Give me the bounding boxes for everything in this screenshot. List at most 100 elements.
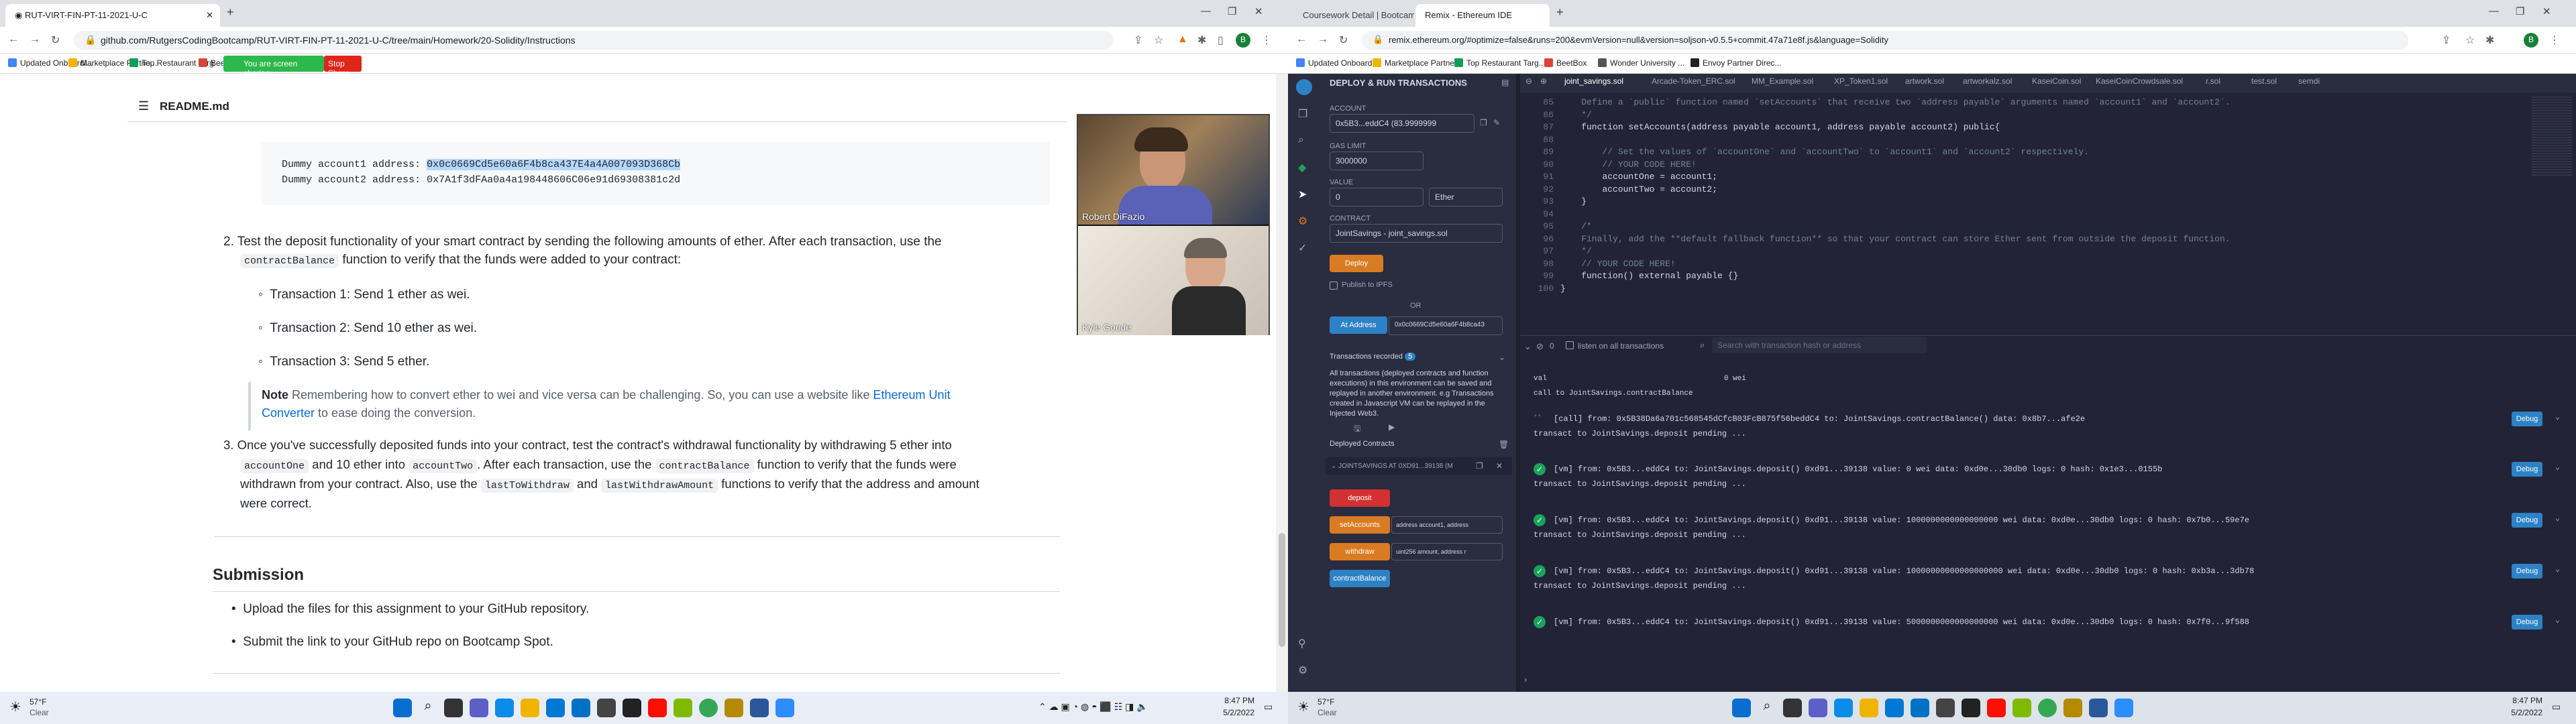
chevron-down-icon[interactable]: ⌄: [1499, 353, 1505, 362]
code-line[interactable]: */: [1560, 245, 2231, 258]
ethereum-unit-converter-link[interactable]: Ethereum Unit: [873, 388, 951, 402]
search-icon[interactable]: ⌕: [1298, 134, 1304, 146]
set-accounts-button[interactable]: setAccounts: [1330, 516, 1390, 534]
clock-time[interactable]: 8:47 PM: [1214, 696, 1254, 705]
extensions-icon[interactable]: ✱: [2485, 34, 2494, 47]
file-tab[interactable]: semdi: [2298, 76, 2320, 86]
code-line[interactable]: accountOne = account1;: [1560, 171, 2231, 184]
code-line[interactable]: function setAccounts(address payable acc…: [1560, 121, 2231, 134]
copy-icon[interactable]: ❐: [1480, 118, 1487, 127]
value-unit-select[interactable]: Ether: [1429, 188, 1503, 206]
code-line[interactable]: Define a `public` function named `setAcc…: [1560, 97, 2230, 109]
store-icon[interactable]: [546, 699, 565, 717]
chrome-icon[interactable]: [2038, 699, 2057, 717]
word-icon[interactable]: [2089, 699, 2108, 717]
bookmark-item[interactable]: Top Restaurant Targ...: [1454, 58, 1546, 68]
zoom-icon[interactable]: [775, 699, 794, 717]
weather-temp[interactable]: 57°F: [30, 697, 46, 707]
zoom-icon[interactable]: [2114, 699, 2133, 717]
chevron-down-icon[interactable]: ⌄: [2555, 564, 2560, 574]
terminal-tx-row[interactable]: ✓ [vm] from: 0x5B3...eddC4 to: JointSavi…: [1520, 615, 2576, 656]
new-tab-button[interactable]: +: [227, 5, 234, 19]
start-icon[interactable]: [1732, 699, 1751, 717]
terminal-search-input[interactable]: Search with transaction hash or address: [1712, 337, 1927, 353]
mail-icon[interactable]: [572, 699, 590, 717]
plug-icon[interactable]: ⚲: [1298, 637, 1306, 650]
remix-logo-icon[interactable]: [1296, 79, 1312, 95]
file-explorer-icon[interactable]: [1860, 699, 1878, 717]
terminal-tx-row[interactable]: ✓ [vm] from: 0x5B3...eddC4 to: JointSavi…: [1520, 462, 2576, 503]
word-icon[interactable]: [750, 699, 769, 717]
notification-icon[interactable]: ▭: [1264, 701, 1273, 713]
at-address-button[interactable]: At Address: [1330, 316, 1387, 334]
tab-github[interactable]: ◉ RUT-VIRT-FIN-PT-11-2021-U-C ✕: [5, 4, 220, 27]
file-tab[interactable]: MM_Example.sol: [1752, 76, 1813, 86]
extensions-icon[interactable]: ✱: [1197, 34, 1206, 47]
plugin-icon[interactable]: ⚙: [1298, 215, 1307, 228]
settings-gear-icon[interactable]: ⚙: [1298, 664, 1307, 677]
file-explorer-icon[interactable]: ❐: [1298, 107, 1307, 121]
trash-icon[interactable]: 🗑: [1499, 440, 1509, 449]
code-line[interactable]: accountTwo = account2;: [1560, 184, 2231, 196]
weather-icon[interactable]: ☀: [9, 699, 21, 715]
contract-instance[interactable]: ⌄ JOINTSAVINGS AT 0XD91...39138 (M: [1326, 457, 1512, 475]
chevron-down-icon[interactable]: ⌄: [2555, 462, 2560, 472]
compiler-icon[interactable]: ◆: [1298, 161, 1306, 174]
file-tab[interactable]: r.sol: [2206, 76, 2220, 86]
zoom-out-icon[interactable]: ⊖: [1525, 76, 1532, 86]
file-tab[interactable]: XP_Token1.sol: [1834, 76, 1888, 86]
clock-date[interactable]: 5/2/2022: [2502, 708, 2542, 717]
code-line[interactable]: */: [1560, 109, 2231, 122]
withdraw-button[interactable]: withdraw: [1330, 543, 1390, 560]
app-icon[interactable]: [2012, 699, 2031, 717]
contract-select[interactable]: JointSavings - joint_savings.sol: [1330, 224, 1503, 243]
back-icon[interactable]: ←: [8, 34, 19, 46]
deploy-icon[interactable]: ➤: [1298, 188, 1307, 201]
tab-coursework[interactable]: Coursework Detail | Bootcamp Sp: [1293, 4, 1414, 27]
code-line[interactable]: // Set the values of `accountOne` and `a…: [1560, 146, 2231, 159]
zoom-in-icon[interactable]: ⊕: [1540, 76, 1547, 86]
code-area[interactable]: 85 86 87 88 89 90 91 92 93 94 95 96 97 98 99 100 Define…: [1520, 97, 2526, 298]
bookmark-item[interactable]: Marketplace Partne...: [1373, 58, 1461, 68]
contract-balance-button[interactable]: contractBalance: [1330, 570, 1390, 587]
prompt-icon[interactable]: ›: [1524, 674, 1527, 684]
close-tab-icon[interactable]: ✕: [206, 10, 213, 21]
scrollbar-thumb[interactable]: [1279, 533, 1285, 647]
minimap[interactable]: [2532, 97, 2572, 177]
minimize-icon[interactable]: —: [2489, 5, 2499, 17]
new-tab-button[interactable]: +: [1556, 5, 1564, 19]
dell-icon[interactable]: [597, 699, 616, 717]
maximize-icon[interactable]: ❐: [2516, 5, 2524, 17]
collapse-icon[interactable]: ⌄: [1524, 341, 1532, 352]
at-address-input[interactable]: 0x0c0669Cd5e60a6F4b8ca43: [1389, 316, 1503, 335]
file-tab[interactable]: KaseiCoinCrowdsale.sol: [2096, 76, 2183, 86]
code-line[interactable]: [1560, 208, 2231, 221]
deposit-button[interactable]: deposit: [1330, 489, 1390, 507]
teams-icon[interactable]: [1809, 699, 1827, 717]
close-icon[interactable]: ✕: [1496, 461, 1503, 471]
file-tab[interactable]: Arcade-Token_ERC.sol: [1652, 76, 1735, 86]
debug-button[interactable]: Debug: [2512, 564, 2542, 579]
check-icon[interactable]: ✓: [1298, 241, 1307, 255]
video-tile[interactable]: Robert DiFazio: [1078, 115, 1269, 225]
forward-icon[interactable]: →: [1318, 34, 1328, 46]
bookmark-item[interactable]: BeetBox: [1544, 58, 1587, 68]
file-tab[interactable]: artworkalz.sol: [1963, 76, 2012, 86]
play-icon[interactable]: ▶: [1389, 422, 1395, 432]
save-icon[interactable]: 🖫: [1354, 422, 1360, 436]
code-line[interactable]: // YOUR CODE HERE!: [1560, 258, 2231, 271]
code-line[interactable]: }: [1560, 196, 2231, 208]
app-icon[interactable]: [674, 699, 692, 717]
acrobat-icon[interactable]: [1987, 699, 2006, 717]
menu-icon[interactable]: ⋮: [2549, 34, 2560, 47]
tab-remix[interactable]: Remix - Ethereum IDE: [1415, 4, 1550, 27]
debug-button[interactable]: Debug: [2512, 412, 2542, 426]
star-icon[interactable]: ☆: [2465, 34, 2475, 47]
account-select[interactable]: 0x5B3...eddC4 (83.9999999: [1330, 114, 1474, 133]
list-icon[interactable]: ☰: [138, 99, 149, 113]
minimize-icon[interactable]: —: [1201, 5, 1211, 17]
file-tab[interactable]: artwork.sol: [1905, 76, 1944, 86]
code-editor[interactable]: ⊖ ⊕ joint_savings.sol Arcade-Token_ERC.s…: [1520, 74, 2576, 335]
url-input[interactable]: 🔒 remix.ethereum.org/#optimize=false&run…: [1362, 31, 2408, 50]
app-icon[interactable]: [724, 699, 743, 717]
